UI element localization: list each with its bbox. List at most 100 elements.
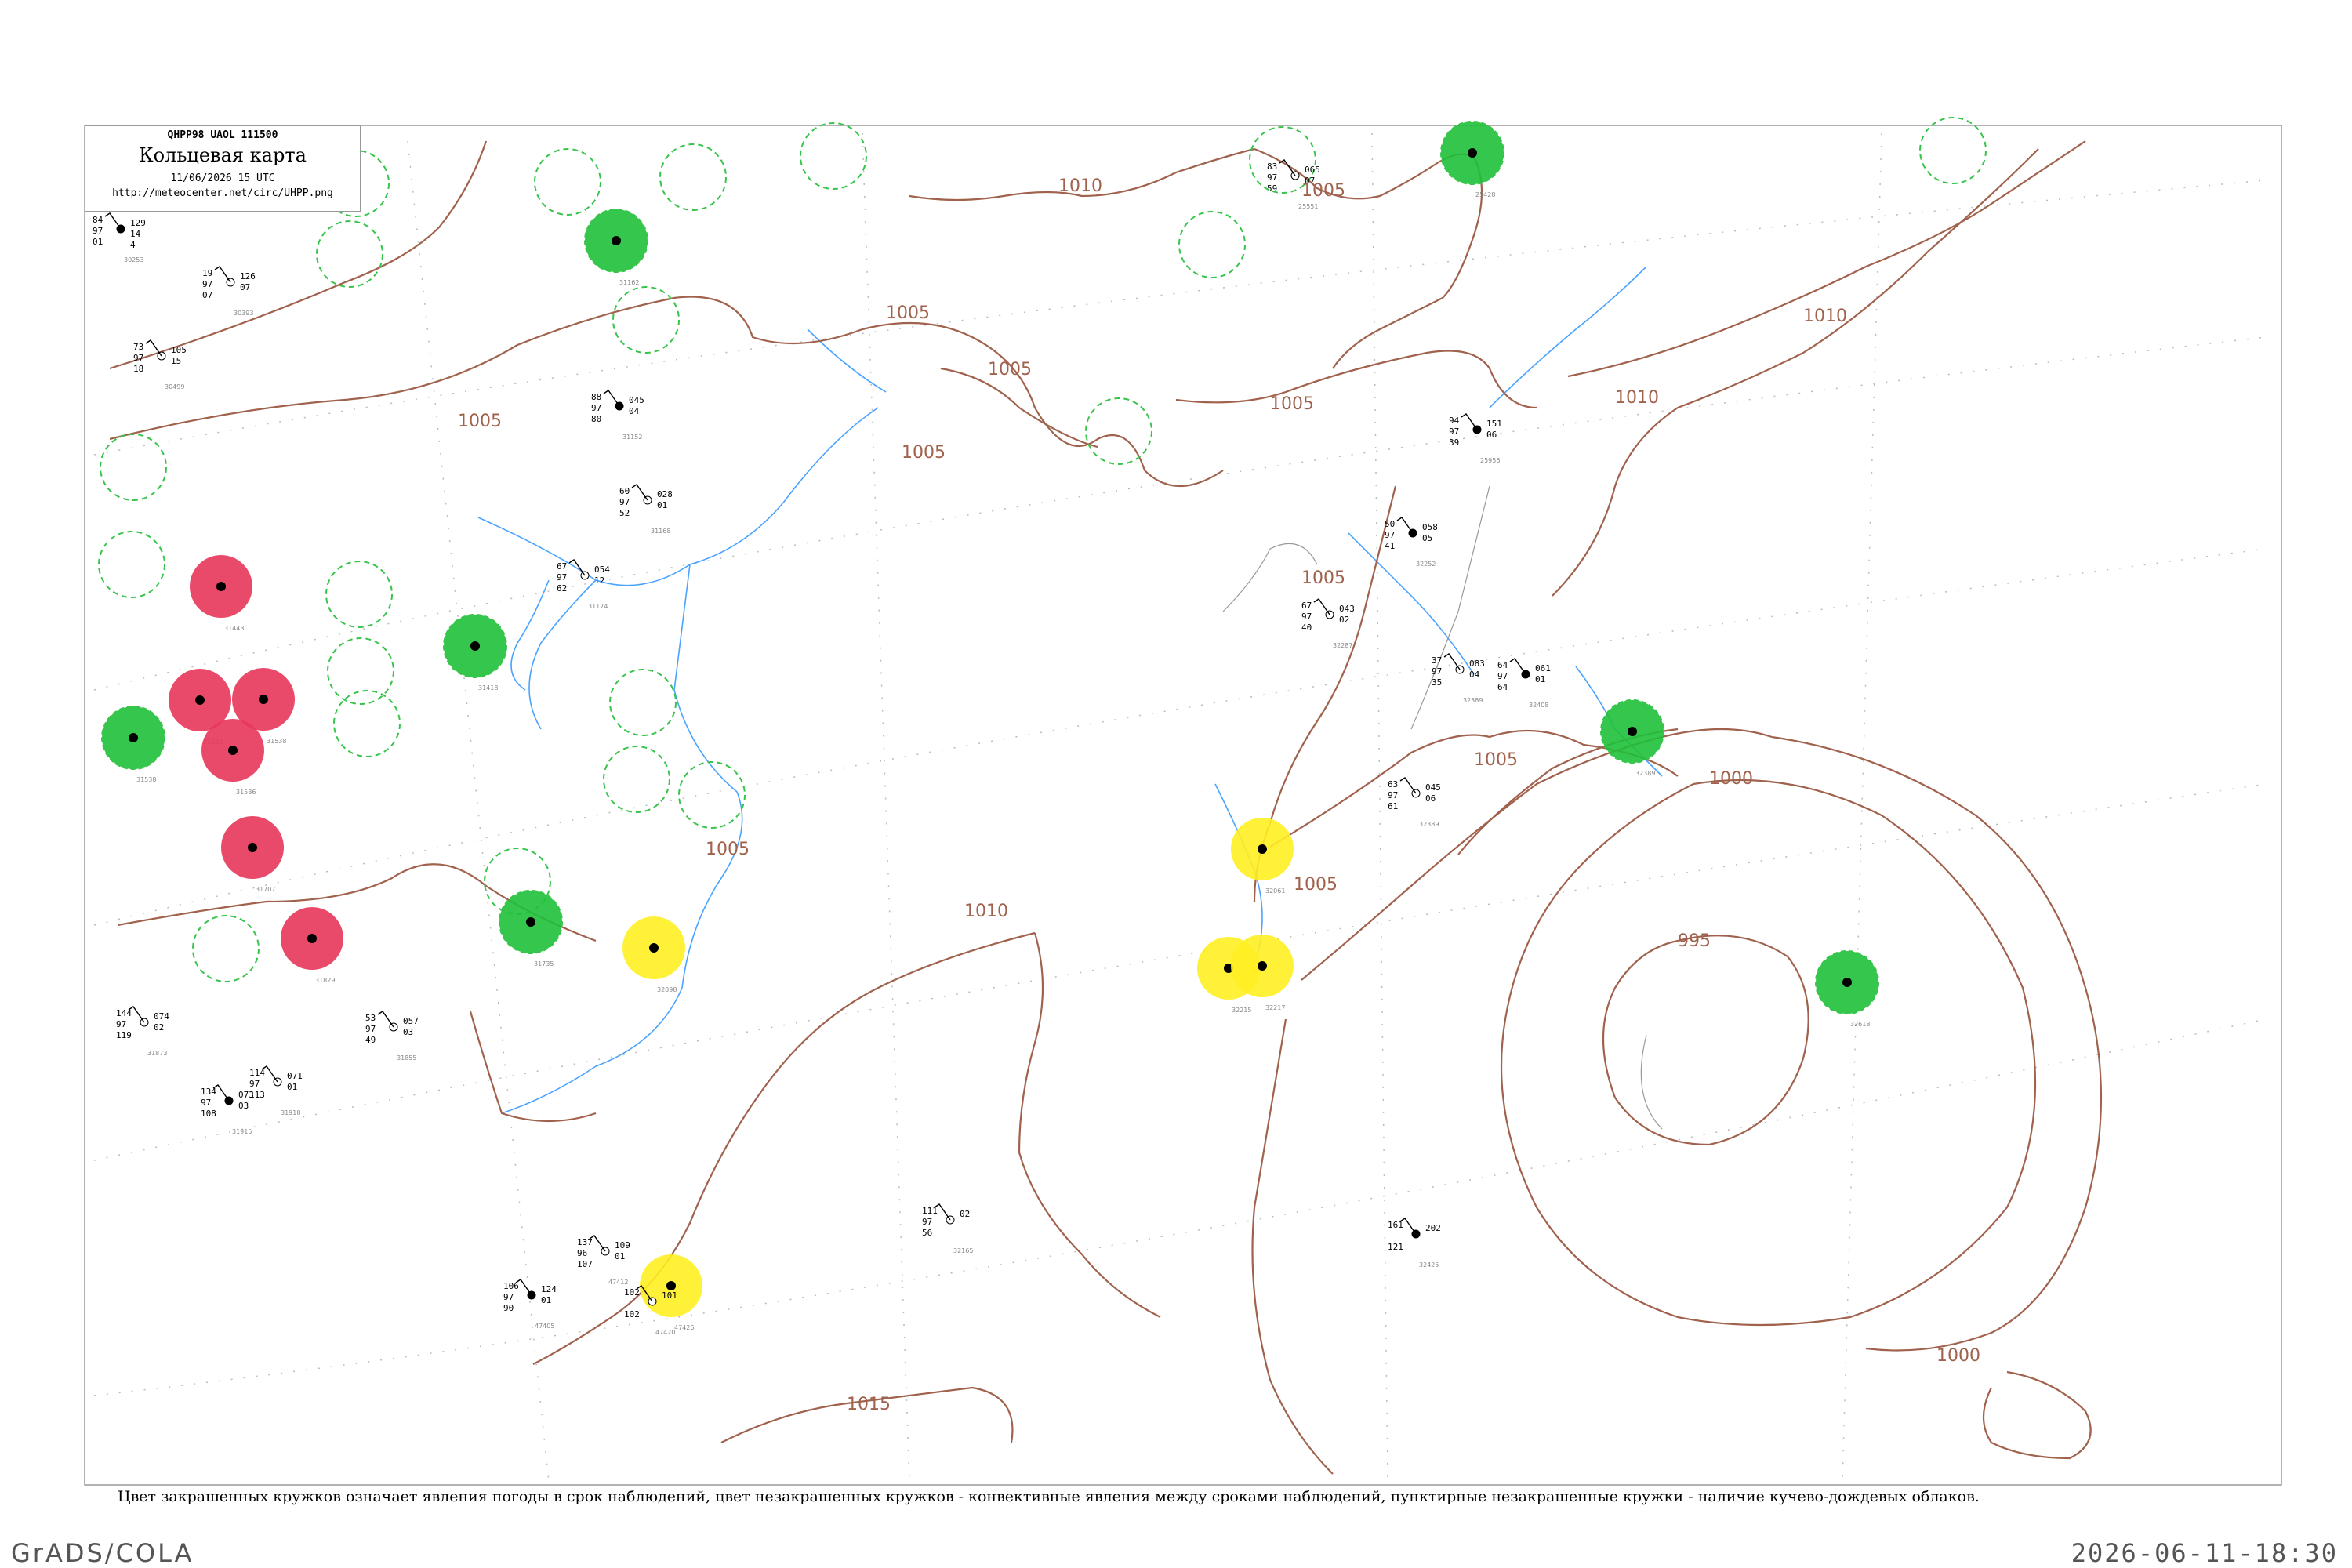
cloud-cover-icon — [1258, 844, 1267, 854]
station-id: 25551 — [1298, 203, 1318, 210]
cumulonimbus-circle — [1085, 397, 1152, 465]
station-visibility: 97 — [202, 279, 212, 289]
station-tendency: 01 — [615, 1251, 625, 1261]
station-pressure: 074 — [154, 1011, 169, 1022]
station-visibility: 97 — [93, 226, 103, 236]
station-id: 32389 — [1463, 697, 1483, 704]
station-pressure: 045 — [1425, 782, 1441, 793]
station-tendency: 14 — [130, 229, 141, 239]
station-id: 30253 — [124, 256, 143, 263]
station-dewpoint: 107 — [577, 1259, 593, 1269]
rivers — [477, 266, 1663, 1114]
cloud-cover-icon — [612, 236, 621, 245]
station-tendency: 02 — [1339, 615, 1349, 625]
station-tendency: 03 — [238, 1101, 249, 1111]
cumulonimbus-circle — [800, 122, 867, 190]
station-pressure: 061 — [1535, 663, 1551, 673]
cloud-cover-icon — [248, 843, 257, 852]
cloud-cover-icon — [195, 695, 205, 705]
station-id: 31538 — [136, 776, 156, 783]
station-id: 31162 — [619, 279, 639, 286]
cumulonimbus-circle — [327, 637, 394, 705]
station-tendency: 01 — [1535, 674, 1545, 684]
coastline — [1222, 485, 1663, 1130]
station-visibility: 97 — [133, 353, 143, 363]
station-dewpoint: 90 — [503, 1303, 514, 1313]
station-id: 32389 — [1419, 821, 1439, 828]
station-id: 32061 — [1265, 887, 1285, 895]
weather-map: 1010 1005 1005 1010 1005 1005 1005 1010 … — [84, 117, 2282, 1486]
station-temperature: 67 — [1301, 601, 1312, 611]
station-pressure: 083 — [1469, 659, 1485, 669]
station-id: 47412 — [608, 1279, 628, 1286]
station-tendency: 03 — [403, 1027, 413, 1037]
station-id: 31443 — [224, 625, 244, 632]
isobar-label: 1005 — [706, 840, 750, 859]
station-id: 31168 — [651, 528, 670, 535]
cumulonimbus-circle — [659, 143, 727, 211]
station-temperature: 63 — [1388, 779, 1398, 789]
cloud-cover-icon — [228, 746, 238, 755]
station-visibility: 97 — [503, 1292, 514, 1302]
station-plots: 8497011291443025319970712607303937397181… — [93, 159, 1551, 1336]
station-tendency: 12 — [594, 575, 604, 586]
station-tendency: 15 — [171, 356, 181, 366]
software-credit: GrADS/COLA — [11, 1538, 194, 1568]
station-id: 31707 — [256, 886, 275, 893]
station-pressure: 109 — [615, 1240, 630, 1250]
cloud-cover-icon — [526, 917, 535, 927]
station-dewpoint: 40 — [1301, 622, 1312, 633]
station-tendency: 02 — [154, 1022, 164, 1033]
cumulonimbus-circle — [612, 286, 680, 354]
station-pressure: 043 — [1339, 604, 1355, 614]
isobar-label: 1010 — [1803, 307, 1847, 326]
station-pressure: 02 — [960, 1209, 970, 1219]
cumulonimbus-circle — [609, 669, 677, 736]
station-dewpoint: 61 — [1388, 801, 1398, 811]
station-id: 32287 — [1333, 642, 1352, 649]
cloud-cover-icon — [129, 733, 138, 742]
station-dewpoint: 56 — [922, 1228, 932, 1238]
cumulonimbus-circle — [603, 746, 670, 813]
station-dewpoint: 52 — [619, 508, 630, 518]
station-id: 31418 — [478, 684, 498, 691]
station-temperature: 37 — [1432, 655, 1442, 666]
station-visibility: 97 — [619, 497, 630, 507]
station-id: 32098 — [657, 986, 677, 993]
station-visibility: 97 — [1449, 426, 1459, 437]
station-id: 31915 — [232, 1128, 252, 1135]
isobar-label: 1005 — [1301, 568, 1345, 588]
station-pressure: 151 — [1486, 419, 1502, 429]
station-pressure: 071 — [287, 1071, 303, 1081]
station-visibility: 97 — [922, 1217, 932, 1227]
station-dewpoint: 121 — [1388, 1242, 1403, 1252]
station-dewpoint: 108 — [201, 1109, 216, 1119]
station-dewpoint: 01 — [93, 237, 103, 247]
title-box: QHPP98 UAOL 111500 Кольцевая карта 11/06… — [85, 125, 361, 212]
station-temperature: 53 — [365, 1013, 376, 1023]
station-dewpoint: 119 — [116, 1030, 132, 1040]
station-tendency: 01 — [541, 1295, 551, 1305]
station-id: 47426 — [674, 1324, 694, 1331]
station-id: 31586 — [236, 789, 256, 796]
station-visibility: 97 — [1267, 172, 1277, 183]
station-tendency: 01 — [287, 1082, 297, 1092]
station-id: 32217 — [1265, 1004, 1285, 1011]
cumulonimbus-circle — [534, 148, 601, 216]
station-visibility: 97 — [1432, 666, 1442, 677]
station-tendency: 04 — [1469, 670, 1480, 680]
station-pressure: 058 — [1422, 522, 1438, 532]
isobar-label: 1005 — [886, 303, 930, 323]
station-tendency: 05 — [1422, 533, 1432, 543]
cumulonimbus-circle — [316, 220, 383, 288]
cumulonimbus-circle — [325, 561, 393, 628]
isobars — [109, 140, 2103, 1475]
station-pressure: 065 — [1305, 165, 1320, 175]
station-temperature: 88 — [591, 392, 601, 402]
source-url: http://meteocenter.net/circ/UHPP.png — [112, 187, 333, 199]
station-tendency: 06 — [1486, 430, 1497, 440]
station-visibility: 97 — [116, 1019, 126, 1029]
station-dewpoint: 102 — [624, 1309, 640, 1319]
station-dewpoint: 64 — [1497, 682, 1508, 692]
station-id: 31918 — [281, 1109, 300, 1116]
